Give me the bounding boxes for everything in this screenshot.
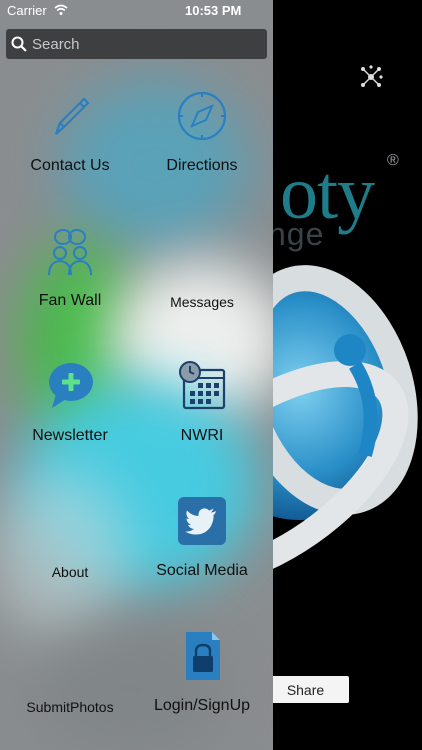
search-bar[interactable] — [6, 29, 267, 59]
twitter-icon — [178, 497, 226, 545]
chat-plus-icon — [49, 363, 93, 408]
share-button[interactable]: Share — [262, 676, 349, 703]
menu-item-label: Directions — [166, 157, 238, 174]
menu-item-contact-us[interactable]: Contact Us — [2, 80, 138, 210]
menu-item-label: Newsletter — [32, 427, 108, 444]
menu-item-label: Contact Us — [30, 157, 110, 174]
lock-document-icon — [186, 632, 220, 680]
menu-item-nwri[interactable]: NWRI — [134, 350, 270, 480]
menu-item-label: NWRI — [180, 427, 224, 444]
menu-item-label: SubmitPhotos — [26, 699, 114, 715]
menu-item-label: Login/SignUp — [153, 697, 251, 714]
network-icon[interactable] — [358, 64, 384, 90]
logo-subtext: nge — [268, 216, 325, 252]
pencil-icon — [54, 97, 90, 135]
menu-item-social-media[interactable]: Social Media — [134, 485, 270, 615]
clock-time: 10:53 PM — [185, 3, 242, 18]
menu-item-fan-wall[interactable]: Fan Wall — [2, 215, 138, 345]
menu-item-login-signup[interactable]: Login/SignUp — [134, 620, 270, 750]
registered-mark: ® — [387, 152, 399, 169]
status-bar: Carrier 10:53 PM — [0, 0, 273, 22]
compass-icon — [177, 91, 227, 141]
calendar-clock-icon — [179, 361, 226, 410]
menu-item-label: Fan Wall — [38, 292, 102, 309]
menu-item-label: Social Media — [156, 562, 248, 579]
menu-item-label: Messages — [170, 294, 234, 310]
people-icon — [48, 229, 92, 276]
menu-item-messages[interactable]: Messages — [134, 215, 270, 345]
wifi-icon — [54, 4, 68, 15]
menu-item-newsletter[interactable]: Newsletter — [2, 350, 138, 480]
carrier-label: Carrier — [7, 3, 47, 18]
search-input[interactable] — [32, 29, 262, 59]
menu-item-about[interactable]: About — [2, 485, 138, 615]
menu-item-directions[interactable]: Directions — [134, 80, 270, 210]
search-icon — [11, 36, 27, 52]
menu-item-submitphotos[interactable]: SubmitPhotos — [2, 620, 138, 750]
menu-item-label: About — [51, 564, 89, 580]
side-menu-drawer: Carrier 10:53 PM Contact Us — [0, 0, 273, 750]
